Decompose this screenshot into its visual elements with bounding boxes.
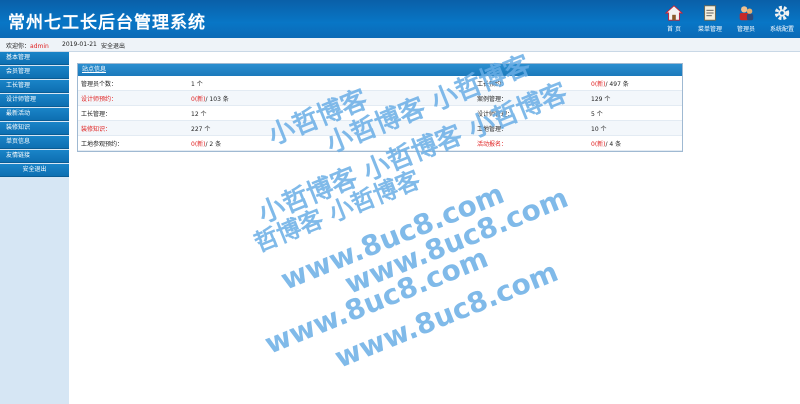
count: 10 个 [591, 125, 607, 133]
watermark-text: www.8uc8.com [330, 254, 563, 375]
new-count: 0(新) [591, 140, 606, 148]
nav-system-config[interactable]: 系统配置 [764, 0, 800, 38]
nav-admin[interactable]: 管理员 [728, 0, 764, 38]
sidebar-item-activities[interactable]: 最新活动 [0, 108, 69, 121]
watermark-text: www.8uc8.com [276, 176, 509, 297]
admin-users-icon [739, 6, 754, 21]
cell-value: 129 个 [588, 90, 682, 106]
sidebar-item-designers[interactable]: 设计师管理 [0, 94, 69, 107]
cell-label: 设计师预约： [78, 90, 188, 106]
new-count: 0(新) [191, 95, 206, 103]
sidebar-item-basic[interactable]: 基本管理 [0, 52, 69, 65]
site-info-table: 管理员个数： 1 个 工长预约： 0(新)/ 497 条 设计师预约： 0(新)… [78, 76, 682, 151]
nav-admin-label: 管理员 [736, 26, 755, 33]
cell-value: 0(新)/ 103 条 [188, 90, 474, 106]
top-nav: 首 页 菜单管理 管理员 系统配置 [656, 0, 800, 38]
cell-value: 5 个 [588, 105, 682, 121]
new-count: 0(新) [191, 140, 206, 148]
current-date: 2019-01-21 [62, 41, 97, 48]
panel-title[interactable]: 站点信息 [78, 64, 682, 76]
count: 5 个 [591, 110, 603, 118]
site-info-panel: 站点信息 管理员个数： 1 个 工长预约： 0(新)/ 497 条 设计师预约：… [77, 63, 683, 152]
watermark-text: www.8uc8.com [260, 240, 493, 361]
count: / 2 条 [205, 140, 222, 148]
new-count: 0(新) [591, 80, 606, 88]
cell-label: 工长预约： [474, 76, 588, 91]
logout-link[interactable]: 安全退出 [101, 41, 125, 50]
cell-label: 管理员个数： [78, 76, 188, 91]
nav-home-label: 首 页 [667, 26, 681, 33]
count: / 4 条 [605, 140, 622, 148]
count: 12 个 [191, 110, 207, 118]
nav-menu-label: 菜单管理 [697, 26, 722, 33]
cell-label: 装修知识： [78, 120, 188, 136]
cell-value: 0(新)/ 2 条 [188, 135, 474, 151]
cell-value: 10 个 [588, 120, 682, 136]
nav-config-label: 系统配置 [769, 26, 794, 33]
top-header: 常州七工长后台管理系统 首 页 菜单管理 管理员 系统配置 [0, 0, 800, 38]
home-icon [665, 5, 683, 21]
sidebar-item-members[interactable]: 会员管理 [0, 66, 69, 79]
cell-label: 工地参观预约： [78, 135, 188, 151]
sidebar-item-foremen[interactable]: 工长管理 [0, 80, 69, 93]
count: / 103 条 [205, 95, 229, 103]
cell-value: 0(新)/ 4 条 [588, 135, 682, 151]
table-row: 装修知识： 227 个 工地管理： 10 个 [78, 120, 682, 136]
nav-home[interactable]: 首 页 [656, 0, 692, 38]
sidebar-item-logout[interactable]: 安全退出 [0, 164, 69, 177]
count: 1 个 [191, 80, 203, 88]
table-row: 设计师预约： 0(新)/ 103 条 案例管理： 129 个 [78, 90, 682, 106]
gear-icon [774, 5, 790, 21]
watermark-text: 哲博客 小哲博客 [250, 165, 425, 258]
table-row: 工长管理： 12 个 设计师管理： 5 个 [78, 105, 682, 121]
nav-menu-manage[interactable]: 菜单管理 [692, 0, 728, 38]
cell-value: 1 个 [188, 76, 474, 91]
current-user: admin [30, 43, 49, 50]
cell-label: 活动报名： [474, 135, 588, 151]
table-row: 工地参观预约： 0(新)/ 2 条 活动报名： 0(新)/ 4 条 [78, 135, 682, 151]
sidebar-item-links[interactable]: 友情链接 [0, 150, 69, 163]
table-row: 管理员个数： 1 个 工长预约： 0(新)/ 497 条 [78, 76, 682, 91]
count: 227 个 [191, 125, 211, 133]
count: / 497 条 [605, 80, 629, 88]
status-bar: 欢迎你：admin 2019-01-21 安全退出 [0, 38, 800, 52]
sidebar-item-pages[interactable]: 单页信息 [0, 136, 69, 149]
sidebar: 基本管理 会员管理 工长管理 设计师管理 最新活动 装修知识 单页信息 友情链接… [0, 52, 69, 404]
cell-label: 工地管理： [474, 120, 588, 136]
watermark-text: www.8uc8.com [340, 180, 573, 301]
app-title: 常州七工长后台管理系统 [8, 13, 206, 33]
welcome-label: 欢迎你： [6, 43, 31, 50]
cell-value: 227 个 [188, 120, 474, 136]
count: 129 个 [591, 95, 611, 103]
cell-label: 工长管理： [78, 105, 188, 121]
cell-value: 0(新)/ 497 条 [588, 76, 682, 91]
welcome-text: 欢迎你：admin [6, 41, 49, 50]
cell-label: 案例管理： [474, 90, 588, 106]
cell-value: 12 个 [188, 105, 474, 121]
cell-label: 设计师管理： [474, 105, 588, 121]
clipboard-icon [704, 5, 716, 21]
sidebar-item-knowledge[interactable]: 装修知识 [0, 122, 69, 135]
